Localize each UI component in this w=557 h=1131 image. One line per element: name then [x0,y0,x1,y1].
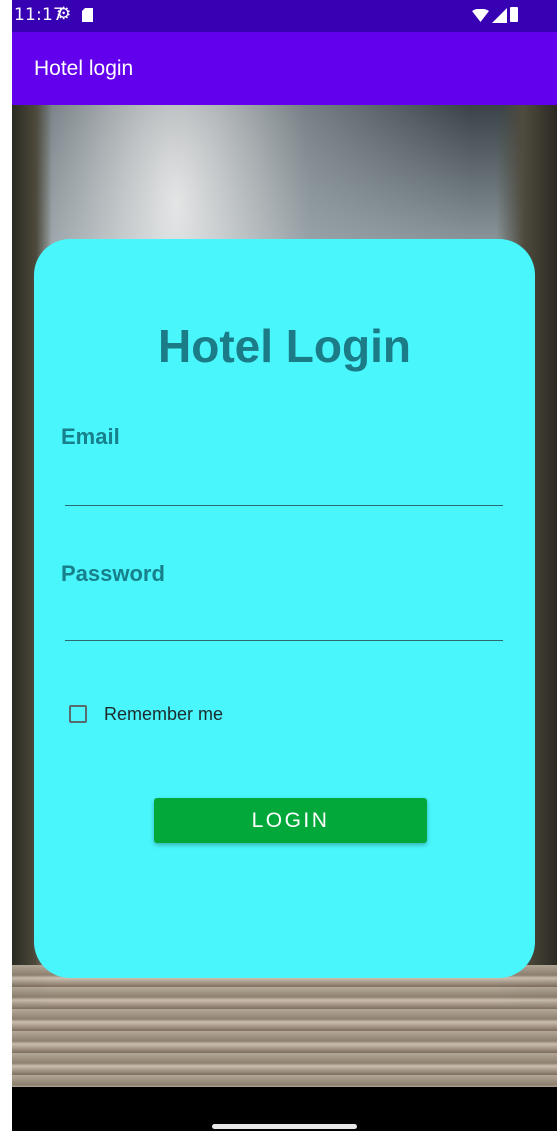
app-bar-title: Hotel login [34,57,134,80]
app-bar: Hotel login [12,32,557,105]
wooden-deck [12,965,557,1087]
status-bar: 11:17 ⚙ [12,0,557,32]
remember-me-label[interactable]: Remember me [104,704,223,725]
battery-icon [510,7,518,22]
gear-icon: ⚙ [56,4,72,24]
email-label: Email [61,424,120,449]
email-field[interactable] [65,469,503,506]
system-navigation-bar [12,1087,557,1131]
phone-screen: 11:17 ⚙ Hotel login Hotel Login Email Pa… [12,0,557,1131]
home-indicator[interactable] [212,1124,357,1129]
signal-icon [492,8,507,23]
login-card-title: Hotel Login [158,320,411,372]
password-field[interactable] [65,604,503,641]
wifi-icon [472,9,489,22]
remember-me-checkbox[interactable] [69,705,87,723]
login-button[interactable]: LOGIN [154,798,427,843]
login-card: Hotel Login Email Password Remember me L… [34,239,535,978]
sd-card-icon [82,8,93,22]
password-label: Password [61,561,165,586]
